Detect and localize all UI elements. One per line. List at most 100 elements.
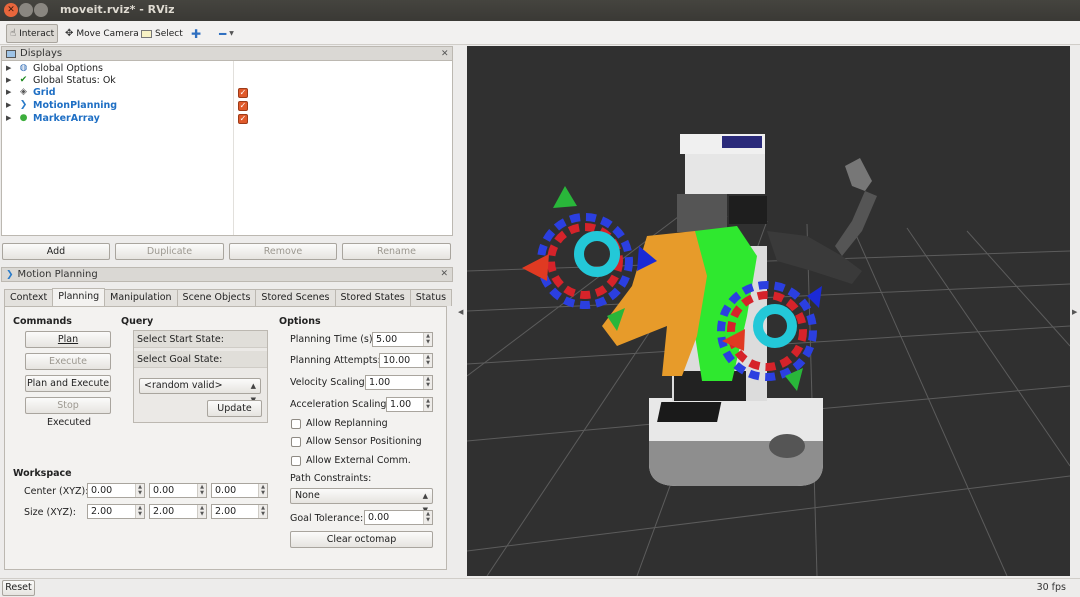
motion-planning-enabled-checkbox[interactable]: ✓ bbox=[238, 101, 248, 111]
center-y-input[interactable]: 0.00 ▲ ▼ bbox=[149, 483, 207, 498]
select-start-state-row[interactable]: Select Start State: bbox=[134, 331, 267, 348]
execute-button[interactable]: Execute bbox=[25, 353, 111, 370]
status-bar: Reset 30 fps bbox=[0, 578, 1080, 597]
displays-title: Displays bbox=[20, 48, 63, 59]
spin-arrows-icon[interactable]: ▲ ▼ bbox=[135, 505, 144, 518]
display-item-label: MotionPlanning bbox=[33, 99, 118, 111]
display-item-global-status[interactable]: ▶ ✔ Global Status: Ok bbox=[6, 74, 116, 86]
select-tool-button[interactable]: Select bbox=[138, 24, 186, 43]
center-x-input[interactable]: 0.00 ▲ ▼ bbox=[87, 483, 145, 498]
motion-planning-icon: ❯ bbox=[6, 269, 14, 280]
collapse-right-arrow-icon[interactable]: ▶ bbox=[1072, 308, 1077, 316]
goal-state-combo[interactable]: <random valid> ▲▼ bbox=[139, 378, 261, 404]
monitor-icon bbox=[6, 49, 16, 58]
remove-display-button[interactable]: Remove bbox=[229, 243, 337, 260]
plan-and-execute-button[interactable]: Plan and Execute bbox=[25, 375, 111, 392]
spin-arrows-icon[interactable]: ▲ ▼ bbox=[258, 484, 267, 497]
spin-arrows-icon[interactable]: ▲ ▼ bbox=[423, 398, 432, 411]
tab-scene-objects[interactable]: Scene Objects bbox=[176, 289, 257, 306]
path-constraints-combo[interactable]: None ▲▼ bbox=[290, 488, 433, 514]
expand-arrow-icon[interactable]: ▶ bbox=[6, 64, 14, 72]
displays-panel-close[interactable]: ✕ bbox=[441, 46, 453, 61]
tab-manipulation[interactable]: Manipulation bbox=[104, 289, 178, 306]
allow-external-comm-checkbox[interactable] bbox=[291, 456, 301, 466]
close-panel-icon[interactable]: ✕ bbox=[440, 269, 448, 279]
maximize-window-button[interactable] bbox=[34, 3, 48, 17]
robot-head bbox=[677, 134, 767, 232]
clear-octomap-button[interactable]: Clear octomap bbox=[290, 531, 433, 548]
add-tool-button[interactable]: ✚ bbox=[188, 24, 204, 43]
remove-tool-dropdown[interactable]: ━ ▼ bbox=[216, 24, 237, 43]
size-y-input[interactable]: 2.00 ▲ ▼ bbox=[149, 504, 207, 519]
window-title: moveit.rviz* - RViz bbox=[60, 3, 175, 16]
planning-time-value: 5.00 bbox=[376, 334, 398, 345]
velocity-scaling-input[interactable]: 1.00 ▲ ▼ bbox=[365, 375, 433, 390]
allow-replanning-label: Allow Replanning bbox=[306, 418, 388, 429]
rename-display-button[interactable]: Rename bbox=[342, 243, 451, 260]
interact-tool-button[interactable]: ☝ Interact bbox=[6, 24, 59, 43]
goal-tolerance-label: Goal Tolerance: bbox=[290, 513, 364, 524]
allow-sensor-positioning-checkbox[interactable] bbox=[291, 437, 301, 447]
tab-status[interactable]: Status bbox=[409, 289, 453, 306]
3d-viewport[interactable] bbox=[467, 46, 1070, 576]
ground-grid bbox=[467, 213, 1070, 576]
grid-enabled-checkbox[interactable]: ✓ bbox=[238, 88, 248, 98]
select-goal-state-row[interactable]: Select Goal State: bbox=[134, 351, 267, 368]
size-x-input[interactable]: 2.00 ▲ ▼ bbox=[87, 504, 145, 519]
expand-arrow-icon[interactable]: ▶ bbox=[6, 76, 14, 84]
tab-stored-states[interactable]: Stored States bbox=[334, 289, 411, 306]
tab-context[interactable]: Context bbox=[4, 289, 54, 306]
grid-icon: ◈ bbox=[20, 87, 27, 97]
planning-time-label: Planning Time (s): bbox=[290, 334, 376, 345]
displays-panel-header: Displays bbox=[1, 46, 453, 61]
path-constraints-label: Path Constraints: bbox=[290, 473, 372, 484]
size-z-input[interactable]: 2.00 ▲ ▼ bbox=[211, 504, 268, 519]
plus-icon: ✚ bbox=[191, 26, 202, 41]
spin-arrows-icon[interactable]: ▲ ▼ bbox=[423, 376, 432, 389]
options-title: Options bbox=[279, 316, 321, 327]
plan-button[interactable]: Plan bbox=[25, 331, 111, 348]
expand-arrow-icon[interactable]: ▶ bbox=[6, 114, 14, 122]
display-item-global-options[interactable]: ▶ ◍ Global Options bbox=[6, 62, 103, 74]
interact-label: Interact bbox=[19, 28, 55, 39]
size-xyz-label: Size (XYZ): bbox=[24, 507, 76, 518]
fps-counter: 30 fps bbox=[1036, 582, 1066, 593]
interactive-marker-left bbox=[537, 213, 633, 309]
spin-arrows-icon[interactable]: ▲ ▼ bbox=[423, 354, 432, 367]
update-button[interactable]: Update bbox=[207, 400, 262, 417]
expand-arrow-icon[interactable]: ▶ bbox=[6, 101, 14, 109]
goal-tolerance-input[interactable]: 0.00 ▲ ▼ bbox=[364, 510, 433, 525]
robot-base bbox=[649, 398, 823, 486]
window-title-bar: ✕ moveit.rviz* - RViz bbox=[0, 0, 1080, 21]
center-y-value: 0.00 bbox=[153, 485, 175, 496]
planning-time-input[interactable]: 5.00 ▲ ▼ bbox=[372, 332, 433, 347]
add-display-button[interactable]: Add bbox=[2, 243, 110, 260]
spin-arrows-icon[interactable]: ▲ ▼ bbox=[197, 505, 206, 518]
close-panel-icon: ✕ bbox=[441, 48, 449, 59]
spin-arrows-icon[interactable]: ▲ ▼ bbox=[423, 511, 432, 524]
spin-arrows-icon[interactable]: ▲ ▼ bbox=[197, 484, 206, 497]
display-item-motion-planning[interactable]: ▶ ❯ MotionPlanning bbox=[6, 99, 117, 111]
expand-arrow-icon[interactable]: ▶ bbox=[6, 88, 14, 96]
tab-planning[interactable]: Planning bbox=[52, 288, 106, 306]
duplicate-display-button[interactable]: Duplicate bbox=[115, 243, 224, 260]
collapse-left-arrow-icon[interactable]: ◀ bbox=[458, 308, 463, 316]
marker-array-enabled-checkbox[interactable]: ✓ bbox=[238, 114, 248, 124]
move-camera-tool-button[interactable]: ✥ Move Camera bbox=[62, 24, 142, 43]
planning-attempts-input[interactable]: 10.00 ▲ ▼ bbox=[379, 353, 433, 368]
allow-replanning-checkbox[interactable] bbox=[291, 419, 301, 429]
stop-button[interactable]: Stop bbox=[25, 397, 111, 414]
query-title: Query bbox=[121, 316, 154, 327]
display-item-marker-array[interactable]: ▶ ● MarkerArray bbox=[6, 112, 100, 124]
acceleration-scaling-input[interactable]: 1.00 ▲ ▼ bbox=[386, 397, 433, 412]
reset-button[interactable]: Reset bbox=[2, 580, 35, 596]
spin-arrows-icon[interactable]: ▲ ▼ bbox=[423, 333, 432, 346]
center-z-input[interactable]: 0.00 ▲ ▼ bbox=[211, 483, 268, 498]
minimize-window-button[interactable] bbox=[19, 3, 33, 17]
display-item-grid[interactable]: ▶ ◈ Grid bbox=[6, 86, 56, 98]
spin-arrows-icon[interactable]: ▲ ▼ bbox=[135, 484, 144, 497]
close-window-button[interactable]: ✕ bbox=[4, 3, 18, 17]
tab-stored-scenes[interactable]: Stored Scenes bbox=[255, 289, 336, 306]
move-camera-label: Move Camera bbox=[76, 28, 139, 39]
spin-arrows-icon[interactable]: ▲ ▼ bbox=[258, 505, 267, 518]
